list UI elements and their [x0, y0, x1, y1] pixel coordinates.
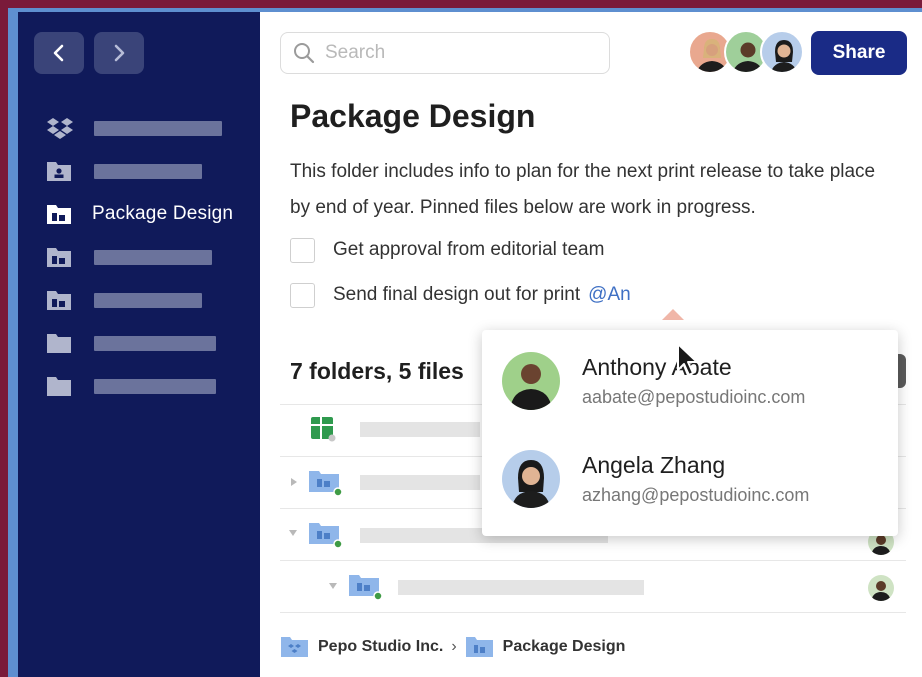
file-name-placeholder — [360, 422, 480, 437]
shared-members[interactable] — [688, 30, 808, 76]
avatar — [502, 352, 560, 410]
divider — [280, 612, 906, 613]
sidebar-item-folder[interactable] — [46, 331, 216, 355]
sidebar-item-label-placeholder — [94, 120, 222, 136]
item-count: 7 folders, 5 files — [290, 358, 464, 384]
avatar — [502, 450, 560, 508]
share-button[interactable]: Share — [811, 31, 907, 75]
collapse-icon[interactable] — [328, 582, 338, 590]
expand-icon[interactable] — [290, 477, 298, 487]
dropbox-icon — [46, 118, 74, 139]
task-label: Send final design out for print — [333, 284, 581, 305]
dropbox-folder-icon — [281, 637, 308, 657]
breadcrumb-separator: › — [451, 638, 457, 655]
breadcrumb-current[interactable]: Package Design — [503, 638, 626, 656]
task-checkbox[interactable] — [290, 237, 315, 263]
task-checkbox[interactable] — [290, 282, 315, 308]
search-box[interactable] — [280, 32, 610, 74]
sidebar-item-team-folder[interactable] — [46, 245, 212, 269]
app-window: Package Design Search Share Package Desi… — [18, 12, 922, 677]
mention-option[interactable]: Angela Zhang azhang@pepostudioinc.com — [502, 448, 882, 510]
breadcrumb: Pepo Studio Inc. › Package Design — [280, 634, 625, 660]
folder-icon — [46, 376, 74, 396]
breadcrumb-root[interactable]: Pepo Studio Inc. — [318, 638, 443, 656]
popup-pointer — [662, 309, 684, 320]
sidebar-item-label: Package Design — [92, 203, 234, 224]
page-title: Package Design — [290, 98, 536, 134]
spreadsheet-icon — [311, 417, 336, 442]
sidebar-item-label-placeholder — [94, 335, 216, 351]
sidebar-item-label-placeholder — [94, 249, 212, 265]
person-email: aabate@pepostudioinc.com — [582, 387, 806, 407]
chevron-right-icon — [114, 44, 125, 62]
avatar[interactable] — [760, 30, 804, 74]
forward-button[interactable] — [94, 32, 144, 74]
task-item: Send final design out for print @An — [290, 281, 631, 309]
search-icon — [294, 43, 315, 64]
divider — [280, 560, 906, 561]
folder-icon — [46, 333, 74, 353]
search-input[interactable] — [325, 42, 585, 64]
team-folder-icon — [46, 247, 74, 267]
sidebar-item-package-design[interactable]: Package Design — [46, 202, 233, 226]
mouse-cursor-icon — [677, 343, 698, 376]
sidebar: Package Design — [18, 12, 260, 677]
team-folder-icon — [349, 575, 382, 601]
task-label: Get approval from editorial team — [333, 239, 605, 260]
collapse-icon[interactable] — [288, 529, 298, 537]
person-email: azhang@pepostudioinc.com — [582, 485, 810, 505]
sidebar-item-label-placeholder — [94, 163, 202, 179]
sidebar-item-folder[interactable] — [46, 374, 216, 398]
person-name: Angela Zhang — [582, 452, 726, 478]
sidebar-item-team-folder[interactable] — [46, 288, 202, 312]
team-folder-icon — [46, 204, 74, 224]
folder-description: This folder includes info to plan for th… — [290, 161, 876, 218]
sidebar-item-label-placeholder — [94, 378, 216, 394]
file-name-placeholder — [360, 475, 480, 490]
team-folder-icon — [309, 471, 342, 497]
user-folder-icon — [46, 161, 74, 181]
team-folder-icon — [465, 637, 493, 657]
sidebar-item-label-placeholder — [94, 292, 202, 308]
avatar — [868, 575, 894, 601]
team-folder-icon — [46, 290, 74, 310]
sidebar-item-personal[interactable] — [46, 159, 202, 183]
mention-text[interactable]: @An — [588, 284, 631, 306]
file-name-placeholder — [398, 580, 644, 595]
back-button[interactable] — [34, 32, 84, 74]
chevron-left-icon — [53, 44, 64, 62]
task-item: Get approval from editorial team — [290, 236, 604, 264]
team-folder-icon — [309, 523, 342, 549]
sidebar-item-dropbox[interactable] — [46, 116, 222, 140]
